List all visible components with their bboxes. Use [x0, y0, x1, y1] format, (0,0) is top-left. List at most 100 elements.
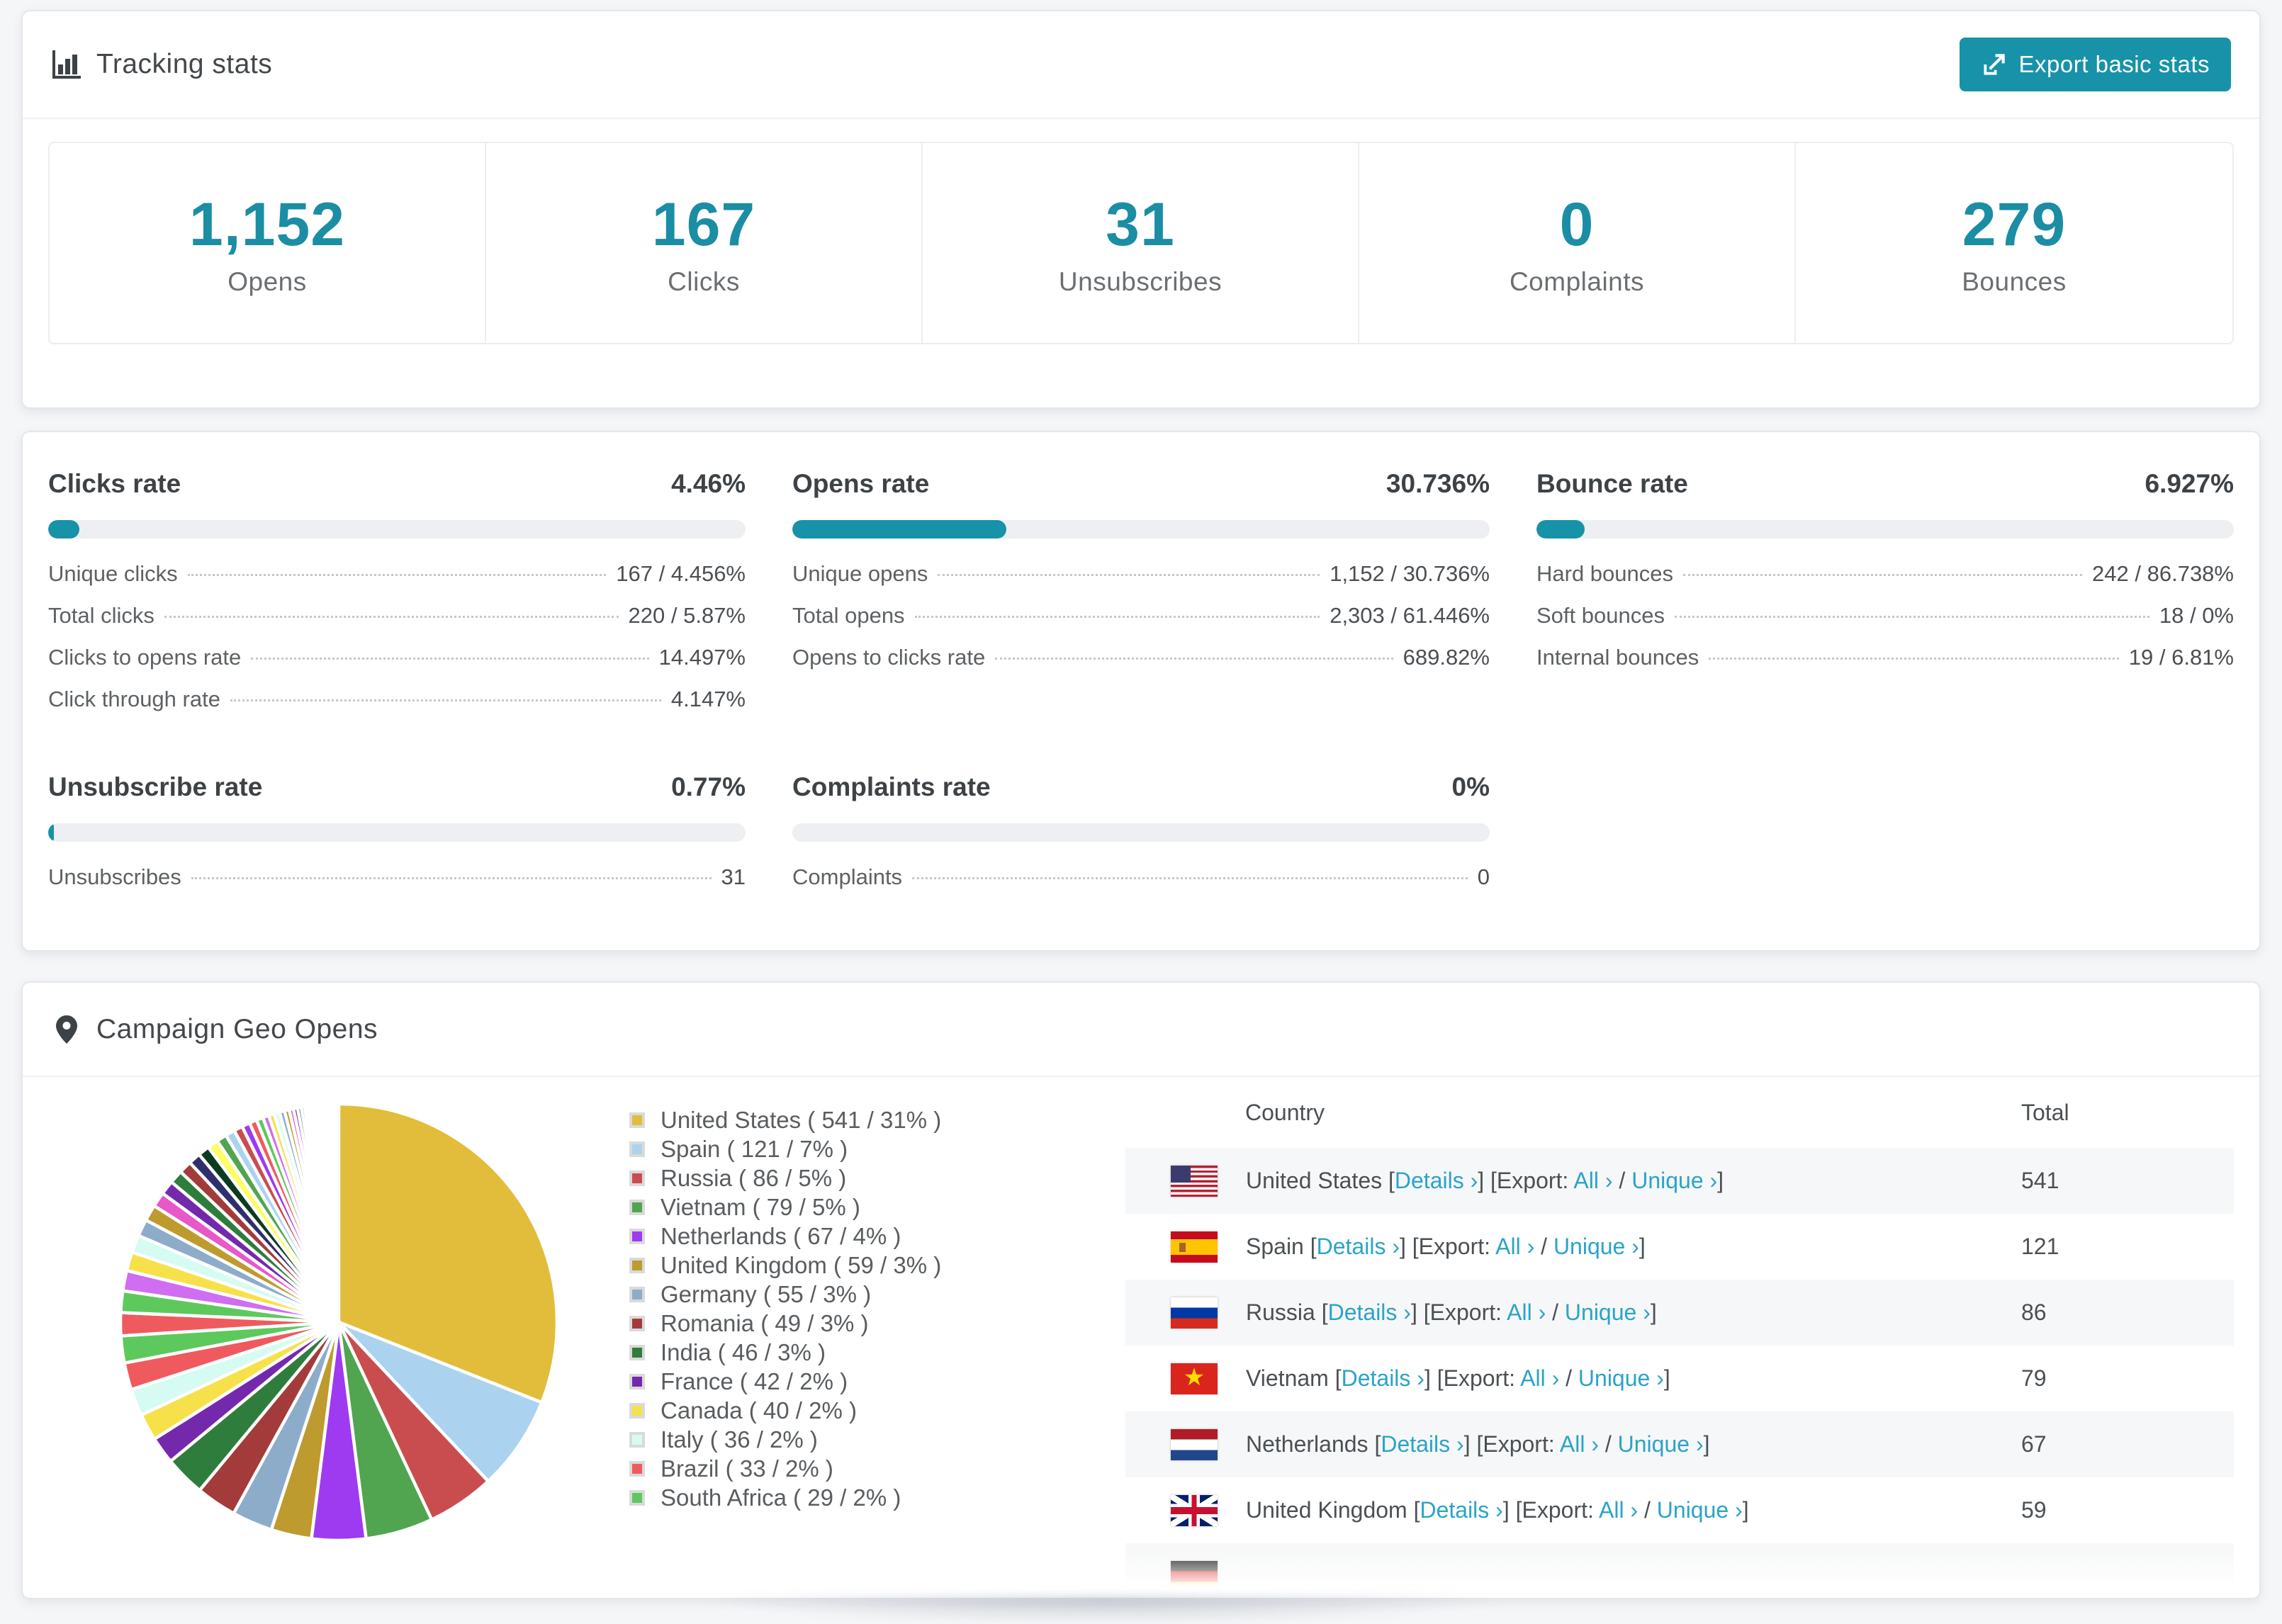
- legend-color-chip: [629, 1112, 645, 1128]
- page-bottom-shadow: [691, 1596, 1513, 1624]
- rate-row: Soft bounces 18 / 0%: [1536, 603, 2234, 628]
- total-value: 121: [2021, 1234, 2059, 1259]
- legend-item: Italy ( 36 / 2% ): [629, 1425, 1125, 1454]
- legend-item: Spain ( 121 / 7% ): [629, 1134, 1125, 1163]
- export-all-link[interactable]: All ›: [1520, 1365, 1559, 1391]
- total-value: 59: [2021, 1497, 2047, 1523]
- export-all-link[interactable]: All ›: [1599, 1497, 1638, 1523]
- tracking-stats-card: Tracking stats Export basic stats 1,152 …: [21, 10, 2261, 409]
- bounce-rate-block: Bounce rate 6.927% Hard bounces 242 / 86.…: [1536, 469, 2234, 728]
- table-row-united-kingdom: United Kingdom [Details ›] [Export: All …: [1125, 1477, 2234, 1543]
- opens-rate-block: Opens rate 30.736% Unique opens 1,152 / 3…: [792, 469, 1490, 728]
- export-unique-link[interactable]: Unique ›: [1578, 1365, 1664, 1391]
- legend-color-chip: [629, 1257, 645, 1273]
- rate-row: Total opens 2,303 / 61.446%: [792, 603, 1490, 628]
- complaints-rate-value: 0%: [1451, 772, 1490, 801]
- opens-rate-title: Opens rate: [792, 469, 930, 498]
- export-basic-stats-button[interactable]: Export basic stats: [1959, 38, 2231, 91]
- details-link[interactable]: Details ›: [1317, 1234, 1400, 1259]
- unsubscribes-count: 31: [1106, 190, 1175, 259]
- rate-row: Total clicks 220 / 5.87%: [48, 603, 746, 628]
- uk-flag-icon: [1171, 1494, 1218, 1526]
- stat-complaints: 0 Complaints: [1359, 143, 1796, 343]
- rate-row: Unsubscribes 31: [48, 864, 746, 889]
- export-unique-link[interactable]: Unique ›: [1657, 1497, 1743, 1523]
- clicks-count: 167: [651, 190, 756, 259]
- total-value: 541: [2021, 1168, 2059, 1193]
- netherlands-flag-icon: [1171, 1428, 1218, 1460]
- stat-unsubscribes: 31 Unsubscribes: [923, 143, 1359, 343]
- legend-item: United Kingdom ( 59 / 3% ): [629, 1251, 1125, 1280]
- opens-count: 1,152: [189, 190, 346, 259]
- total-column-header: Total: [2021, 1099, 2069, 1125]
- table-row-netherlands: Netherlands [Details ›] [Export: All › /…: [1125, 1411, 2234, 1477]
- russia-flag-icon: [1171, 1297, 1218, 1329]
- legend-item: Germany ( 55 / 3% ): [629, 1280, 1125, 1309]
- complaints-rate-title: Complaints rate: [792, 772, 991, 801]
- legend-color-chip: [629, 1315, 645, 1331]
- legend-color-chip: [629, 1460, 645, 1477]
- legend-item: Romania ( 49 / 3% ): [629, 1309, 1125, 1338]
- rates-card: Clicks rate 4.46% Unique clicks 167 / 4.4…: [21, 431, 2261, 952]
- rate-row: Hard bounces 242 / 86.738%: [1536, 561, 2234, 586]
- export-unique-link[interactable]: Unique ›: [1553, 1234, 1639, 1259]
- export-all-link[interactable]: All ›: [1507, 1299, 1546, 1325]
- tracking-stats-header: Tracking stats Export basic stats: [23, 11, 2259, 119]
- total-value: 86: [2021, 1299, 2047, 1325]
- legend-color-chip: [629, 1402, 645, 1419]
- rate-row: Clicks to opens rate 14.497%: [48, 645, 746, 670]
- rate-row: Click through rate 4.147%: [48, 687, 746, 711]
- legend-item: Brazil ( 33 / 2% ): [629, 1454, 1125, 1483]
- geo-table-header: Country Total: [1125, 1077, 2234, 1148]
- legend-color-chip: [629, 1228, 645, 1244]
- section-title: Campaign Geo Opens: [96, 1013, 378, 1044]
- export-all-link[interactable]: All ›: [1560, 1431, 1599, 1457]
- bounces-count: 279: [1962, 190, 2067, 259]
- export-unique-link[interactable]: Unique ›: [1565, 1299, 1651, 1325]
- details-link[interactable]: Details ›: [1395, 1168, 1478, 1193]
- geo-pie-wrap: [48, 1077, 629, 1598]
- table-row-partial: [1125, 1543, 2234, 1598]
- export-unique-link[interactable]: Unique ›: [1618, 1431, 1704, 1457]
- clicks-rate-title: Clicks rate: [48, 469, 181, 498]
- export-all-link[interactable]: All ›: [1573, 1168, 1612, 1193]
- geo-body: United States ( 541 / 31% ) Spain ( 121 …: [23, 1077, 2259, 1598]
- page-title: Tracking stats: [96, 49, 273, 79]
- stat-clicks: 167 Clicks: [486, 143, 923, 343]
- legend-item: India ( 46 / 3% ): [629, 1338, 1125, 1367]
- total-value: 79: [2021, 1365, 2047, 1391]
- legend-item: Netherlands ( 67 / 4% ): [629, 1222, 1125, 1251]
- legend-item: Russia ( 86 / 5% ): [629, 1163, 1125, 1192]
- rate-row: Unique opens 1,152 / 30.736%: [792, 561, 1490, 586]
- export-all-link[interactable]: All ›: [1495, 1234, 1534, 1259]
- export-unique-link[interactable]: Unique ›: [1631, 1168, 1717, 1193]
- details-link[interactable]: Details ›: [1420, 1497, 1502, 1523]
- rate-row: Complaints 0: [792, 864, 1490, 889]
- details-link[interactable]: Details ›: [1328, 1299, 1411, 1325]
- stat-opens: 1,152 Opens: [50, 143, 486, 343]
- complaints-rate-progress: [792, 823, 1490, 842]
- us-flag-icon: [1171, 1165, 1218, 1197]
- rates-grid: Clicks rate 4.46% Unique clicks 167 / 4.4…: [23, 432, 2259, 906]
- vietnam-flag-icon: [1171, 1363, 1218, 1394]
- details-link[interactable]: Details ›: [1381, 1431, 1463, 1457]
- geo-opens-card: Campaign Geo Opens United States ( 541 /…: [21, 981, 2261, 1599]
- table-row-united-states: United States [Details ›] [Export: All ›…: [1125, 1148, 2234, 1214]
- table-row-spain: Spain [Details ›] [Export: All › / Uniqu…: [1125, 1214, 2234, 1280]
- details-link[interactable]: Details ›: [1342, 1365, 1424, 1391]
- legend-color-chip: [629, 1344, 645, 1360]
- export-icon: [1983, 54, 2005, 75]
- legend-item: Canada ( 40 / 2% ): [629, 1396, 1125, 1425]
- rate-row: Unique clicks 167 / 4.456%: [48, 561, 746, 586]
- spain-flag-icon: [1171, 1231, 1218, 1263]
- clicks-rate-progress: [48, 520, 746, 538]
- complaints-count: 0: [1559, 190, 1595, 259]
- unsubscribe-rate-progress: [48, 823, 746, 842]
- unsubscribe-rate-value: 0.77%: [671, 772, 746, 801]
- dashboard-page: { "colors": { "accent": "#1b8da4", "butt…: [0, 0, 2282, 1624]
- legend-item: United States ( 541 / 31% ): [629, 1105, 1125, 1134]
- legend-color-chip: [629, 1286, 645, 1302]
- legend-color-chip: [629, 1431, 645, 1448]
- unsubscribe-rate-title: Unsubscribe rate: [48, 772, 263, 801]
- bounce-rate-progress: [1536, 520, 2234, 538]
